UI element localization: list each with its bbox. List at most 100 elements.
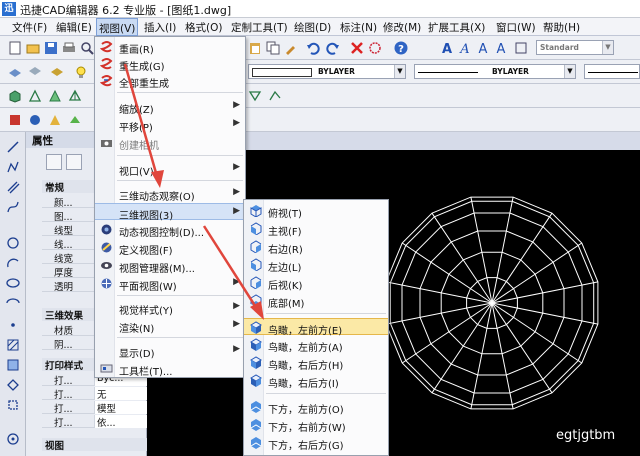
menu-item-zoom[interactable]: 缩放(Z) ▶ [95,98,245,116]
table-icon[interactable] [6,432,20,446]
prop-value[interactable]: 依... [94,415,147,428]
cone-icon[interactable] [48,89,62,103]
paste-icon[interactable] [248,41,262,55]
arc-icon[interactable] [6,256,20,270]
menu-file[interactable]: 文件(F) [12,20,47,35]
submenu-item-back[interactable]: 后视(K) [244,274,388,292]
scene-icon[interactable] [68,113,82,127]
submenu-item-below-back-right[interactable]: 下方，右后方(G) [244,434,388,452]
3d-orbit-icon[interactable] [248,89,262,103]
render-icon[interactable] [8,113,22,127]
quick-select-icon[interactable] [66,154,82,170]
submenu-item-iso-nw[interactable]: 鸟瞰，左前方(A) [244,336,388,354]
submenu-item-bottom[interactable]: 底部(M) [244,292,388,310]
prop-row[interactable]: 打... 依... [42,414,147,429]
box-solid-icon[interactable] [8,89,22,103]
menu-modify[interactable]: 修改(M) [383,20,421,35]
polyline-icon[interactable] [6,160,20,174]
submenu-item-iso-sw[interactable]: 鸟瞰，左前方(E) [244,318,388,337]
submenu-item-top[interactable]: 俯视(T) [244,202,388,220]
menu-item-define-view[interactable]: 定义视图(F) [95,239,245,257]
text-style-select[interactable]: Standard ▼ [536,40,614,55]
gradient-icon[interactable] [6,358,20,372]
3d-freeorbit-icon[interactable] [268,89,282,103]
pyramid-icon[interactable] [68,89,82,103]
print-icon[interactable] [62,41,76,55]
section-view[interactable]: 视图 [42,438,147,452]
menu-window[interactable]: 窗口(W) [496,20,536,35]
undo-icon[interactable] [306,41,320,55]
prop-row[interactable]: 打... 模型 [42,400,147,415]
menu-extensions[interactable]: 扩展工具(X) [428,20,485,35]
color-select[interactable]: BYLAYER ▼ [248,64,406,79]
sort-icon[interactable] [46,154,62,170]
menu-dimension[interactable]: 标注(N) [340,20,377,35]
open-file-icon[interactable] [26,41,40,55]
menu-view[interactable]: 视图(V) [96,18,139,36]
menu-item-pan[interactable]: 平移(P) ▶ [95,116,245,134]
menu-item-redraw[interactable]: 重画(R) [95,38,245,56]
menu-item-plan-view[interactable]: 平面视图(W) ▶ [95,275,245,293]
menu-format[interactable]: 格式(O) [185,20,222,35]
preview-icon[interactable] [80,41,94,55]
material-icon[interactable] [28,113,42,127]
lightbulb-icon[interactable] [74,65,88,79]
layer-icon[interactable] [8,65,22,79]
light-icon[interactable] [48,113,62,127]
linetype-select[interactable]: BYLAYER ▼ [414,64,576,79]
submenu-item-iso-se[interactable]: 鸟瞰，右后方(I) [244,372,388,390]
select-all-icon[interactable] [368,41,382,55]
menu-item-3d-views[interactable]: 三维视图(3) ▶ [95,203,245,222]
submenu-item-below-front-left[interactable]: 下方，左前方(O) [244,398,388,416]
match-properties-icon[interactable] [284,41,298,55]
save-icon[interactable] [44,41,58,55]
new-file-icon[interactable] [8,41,22,55]
prop-row[interactable]: 打... 无 [42,386,147,401]
ellipse-icon[interactable] [6,276,20,290]
copy-icon[interactable] [266,41,280,55]
delete-icon[interactable] [350,41,364,55]
menu-help[interactable]: 帮助(H) [543,20,580,35]
menu-insert[interactable]: 插入(I) [144,20,176,35]
help-icon[interactable]: ? [394,41,408,55]
menu-item-render[interactable]: 渲染(N) ▶ [95,317,245,335]
submenu-item-front[interactable]: 主视(F) [244,220,388,238]
menu-item-3d-orbit[interactable]: 三维动态观察(O) ▶ [95,185,245,203]
layer-prev-icon[interactable] [50,65,64,79]
spline-icon[interactable] [6,200,20,214]
boundary-icon[interactable] [6,398,20,412]
menu-item-display[interactable]: 显示(D) ▶ [95,342,245,360]
line-icon[interactable] [6,140,20,154]
region-icon[interactable] [6,378,20,392]
layer-state-icon[interactable] [28,65,42,79]
menu-item-create-camera[interactable]: 创建相机 [95,134,245,152]
text-style-a-icon[interactable]: A [440,41,454,55]
text-edit-icon[interactable] [514,41,528,55]
lineweight-select[interactable] [584,64,640,79]
ellipse-arc-icon[interactable] [6,296,20,310]
menu-item-viewports[interactable]: 视口(V) ▶ [95,160,245,178]
prop-value[interactable]: 无 [94,387,147,400]
redo-icon[interactable] [326,41,340,55]
multiline-icon[interactable] [6,180,20,194]
submenu-item-below-front-right[interactable]: 下方，右前方(W) [244,416,388,434]
hatch-icon[interactable] [6,338,20,352]
text-style-a3-icon[interactable]: A [476,41,490,55]
submenu-item-iso-ne[interactable]: 鸟瞰，右后方(H) [244,354,388,372]
circle-icon[interactable] [6,236,20,250]
menu-item-dynamic-view[interactable]: 动态视图控制(D)... [95,221,245,239]
menu-item-regen[interactable]: 重生成(G) [95,55,245,73]
point-icon[interactable] [6,318,20,332]
menu-item-toolbars[interactable]: 工具栏(T)... [95,360,245,378]
prop-value[interactable]: 模型 [94,401,147,414]
menu-custom-tools[interactable]: 定制工具(T) [231,20,288,35]
submenu-item-right[interactable]: 右边(R) [244,238,388,256]
menu-edit[interactable]: 编辑(E) [56,20,92,35]
menu-item-visual-styles[interactable]: 视觉样式(Y) ▶ [95,299,245,317]
menu-draw[interactable]: 绘图(D) [294,20,331,35]
menu-item-regen-all[interactable]: 全部重生成 [95,72,245,90]
text-style-a2-icon[interactable]: A [458,41,472,55]
menu-item-view-manager[interactable]: 视图管理器(M)... [95,257,245,275]
submenu-item-left[interactable]: 左边(L) [244,256,388,274]
wedge-icon[interactable] [28,89,42,103]
